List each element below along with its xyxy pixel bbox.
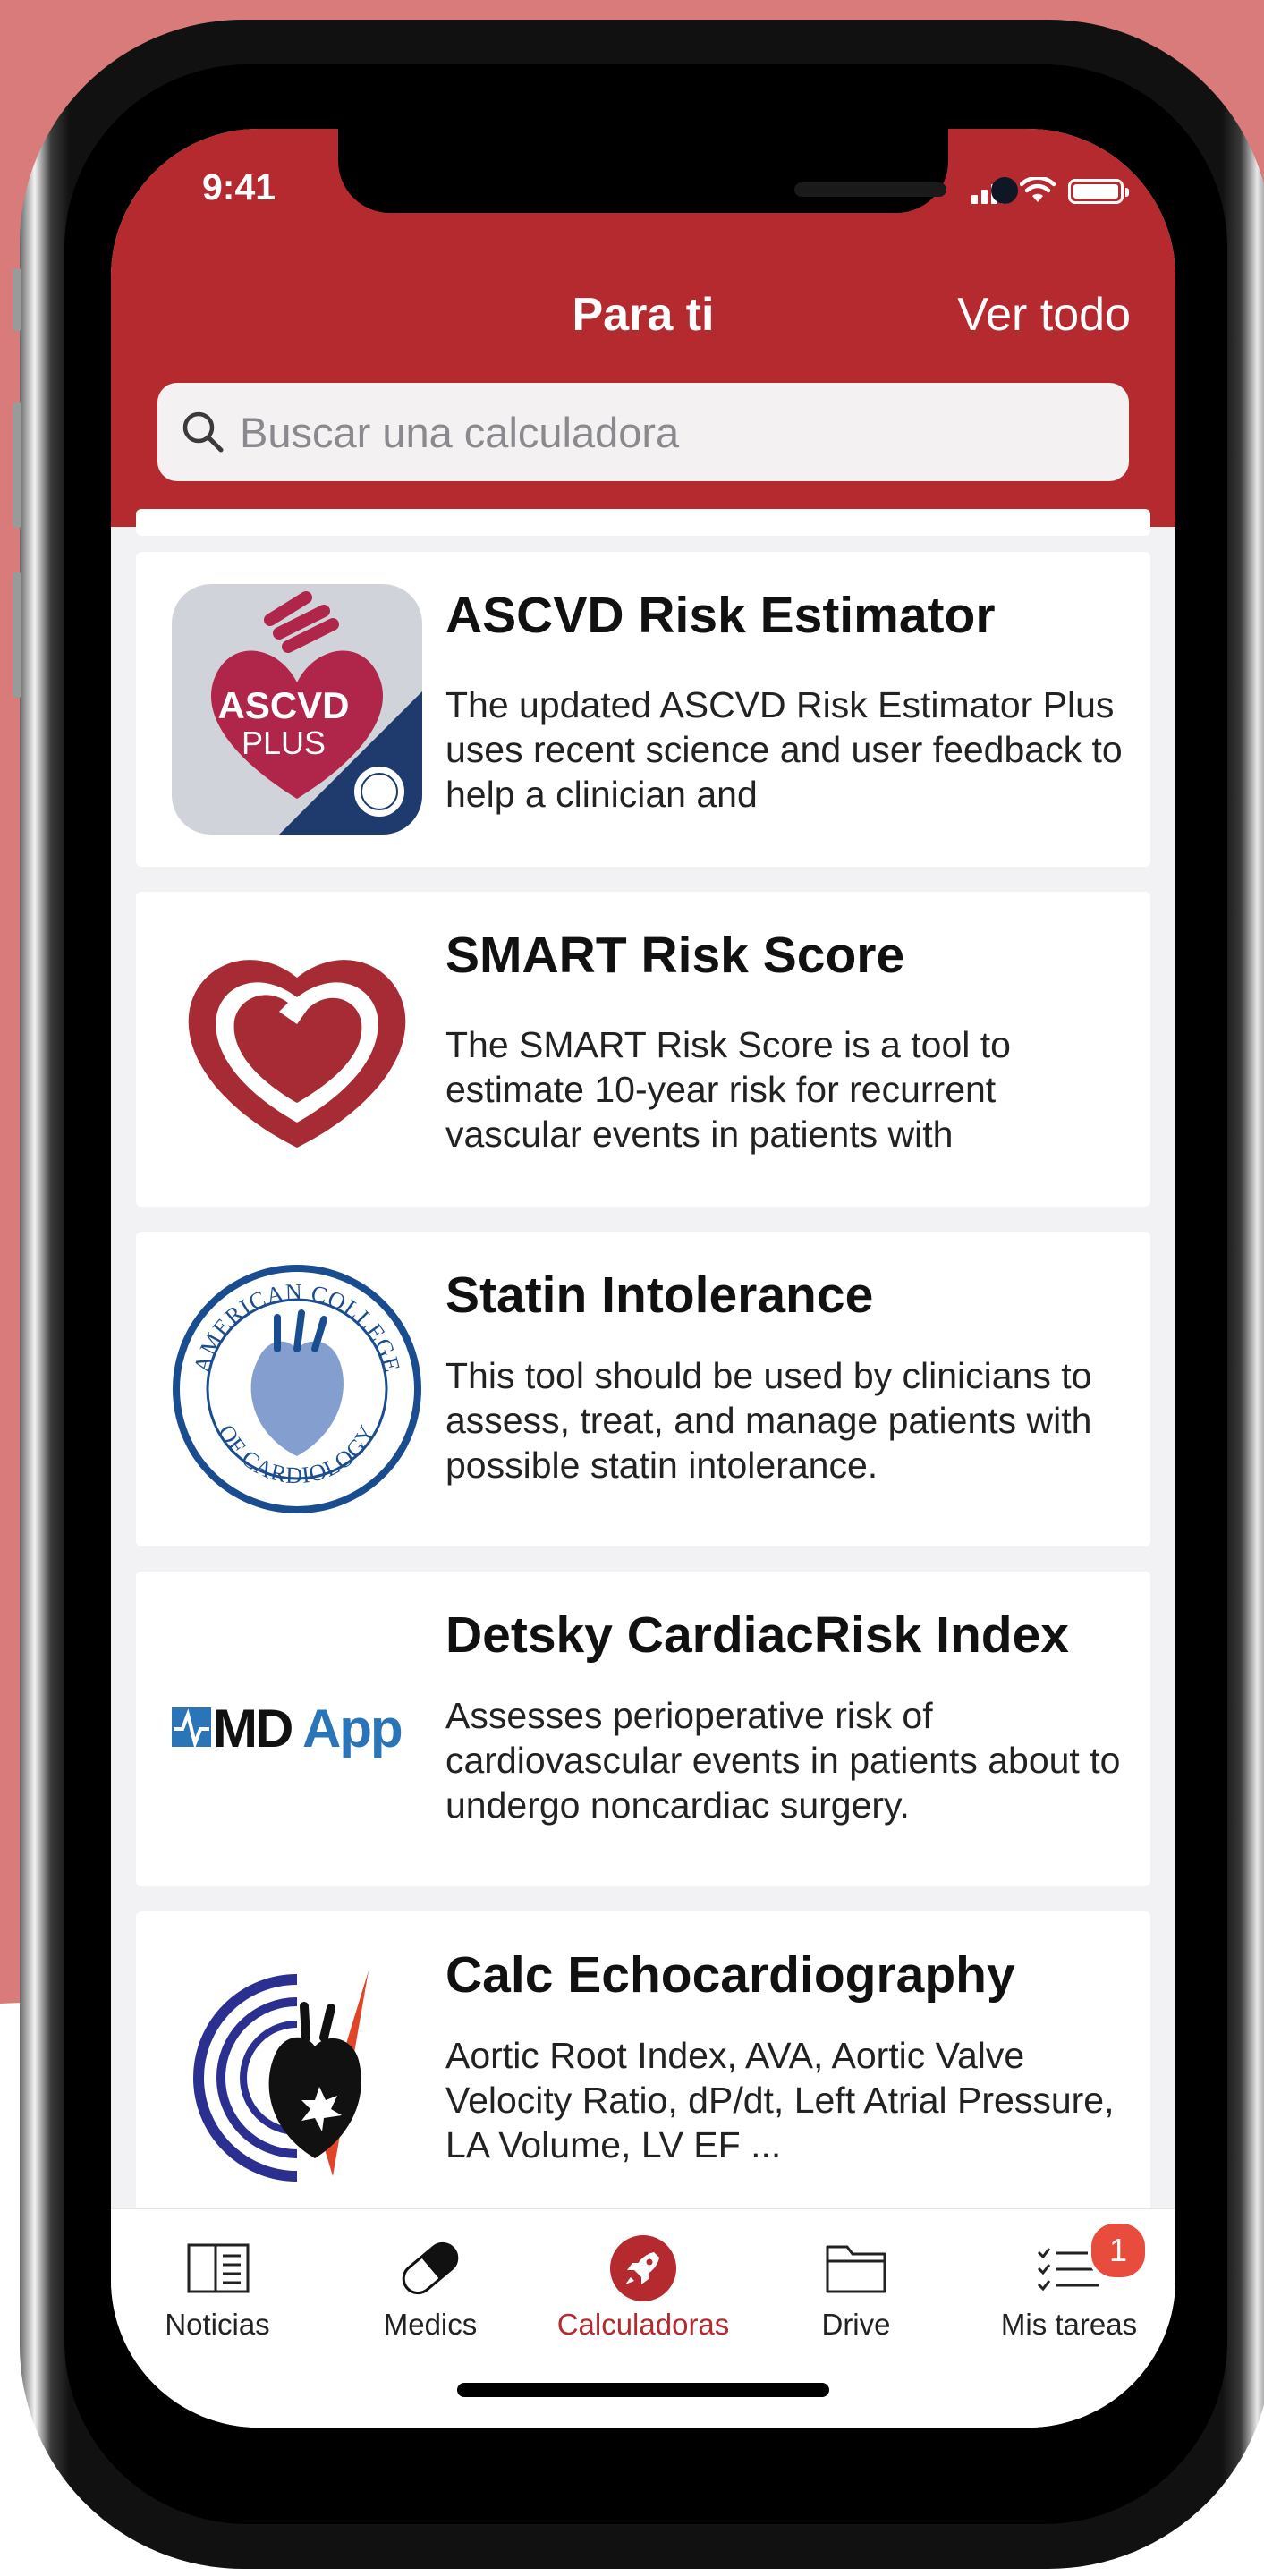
pill-icon [402,2241,459,2295]
search-placeholder: Buscar una calculadora [240,408,680,456]
rocket-icon [610,2235,676,2301]
tab-calculadoras[interactable]: Calculadoras [537,2209,750,2352]
tab-drive[interactable]: Drive [750,2209,963,2352]
tab-label: Drive [821,2308,891,2341]
folder-icon [826,2245,886,2293]
side-button-silent [13,268,21,331]
search-input[interactable]: Buscar una calculadora [157,383,1129,481]
svg-text:MD: MD [213,1699,292,1758]
card-description: Aortic Root Index, AVA, Aortic Valve Vel… [445,2035,1115,2165]
svg-text:PLUS: PLUS [242,724,326,761]
card-title: Statin Intolerance [445,1267,874,1324]
side-button-volume-down [13,572,21,698]
mdapp-logo-icon: MD App [172,1699,403,1758]
heart-logo-icon [188,960,406,1148]
card-title: Calc Echocardiography [445,1946,1015,2004]
phone-screen: 9:41 Para ti Ver todo Buscar una calcula… [111,129,1175,2428]
home-indicator [457,2383,829,2397]
battery-icon [1068,179,1129,204]
calculator-card-ascvd[interactable]: ASCVD PLUS ASCVD Risk Estimator The upda… [136,552,1150,867]
search-icon [182,411,224,453]
card-description: This tool should be used by clinicians t… [445,1355,1092,1486]
wifi-icon [1020,177,1056,202]
calculator-card-echo[interactable]: Calc Echocardiography Aortic Root Index,… [136,1911,1150,2226]
side-button-volume-up [13,402,21,528]
svg-text:ASCVD: ASCVD [217,684,349,726]
tab-mis-tareas[interactable]: 1 Mis tareas [963,2209,1175,2352]
card-description: The SMART Risk Score is a tool to estima… [445,1024,1011,1155]
newspaper-icon [187,2243,250,2293]
echo-heart-logo-icon [193,1970,369,2182]
tab-label: Mis tareas [1000,2308,1138,2341]
tab-medics[interactable]: Medics [324,2209,537,2352]
ascvd-plus-logo-icon: ASCVD PLUS [172,584,422,835]
card-partial [136,509,1150,536]
front-camera [991,177,1018,204]
tab-label: Noticias [165,2308,270,2341]
calculator-card-statin[interactable]: AMERICAN COLLEGE OF CARDIOLOGY Statin In… [136,1232,1150,1546]
speaker [794,182,946,197]
card-title: SMART Risk Score [445,927,905,984]
notch [338,129,1018,213]
card-description: Assesses perioperative risk of cardiovas… [445,1695,1121,1826]
see-all-link[interactable]: Ver todo [957,288,1131,342]
status-time: 9:41 [202,166,276,208]
acc-seal-logo-icon: AMERICAN COLLEGE OF CARDIOLOGY [173,1265,421,1513]
calculator-list: ASCVD PLUS ASCVD Risk Estimator The upda… [111,509,1175,2244]
card-description: The updated ASCVD Risk Estimator Plus us… [445,684,1123,815]
tab-label: Medics [383,2308,478,2341]
tab-noticias[interactable]: Noticias [111,2209,324,2352]
notification-badge: 1 [1088,2220,1149,2281]
card-title: Detsky CardiacRisk Index [445,1606,1069,1664]
tab-label: Calculadoras [556,2308,730,2341]
svg-text:App: App [302,1699,402,1758]
card-title: ASCVD Risk Estimator [445,587,996,644]
calculator-card-smart[interactable]: SMART Risk Score The SMART Risk Score is… [136,892,1150,1207]
calculator-card-detsky[interactable]: MD App Detsky CardiacRisk Index Assesses… [136,1572,1150,1886]
